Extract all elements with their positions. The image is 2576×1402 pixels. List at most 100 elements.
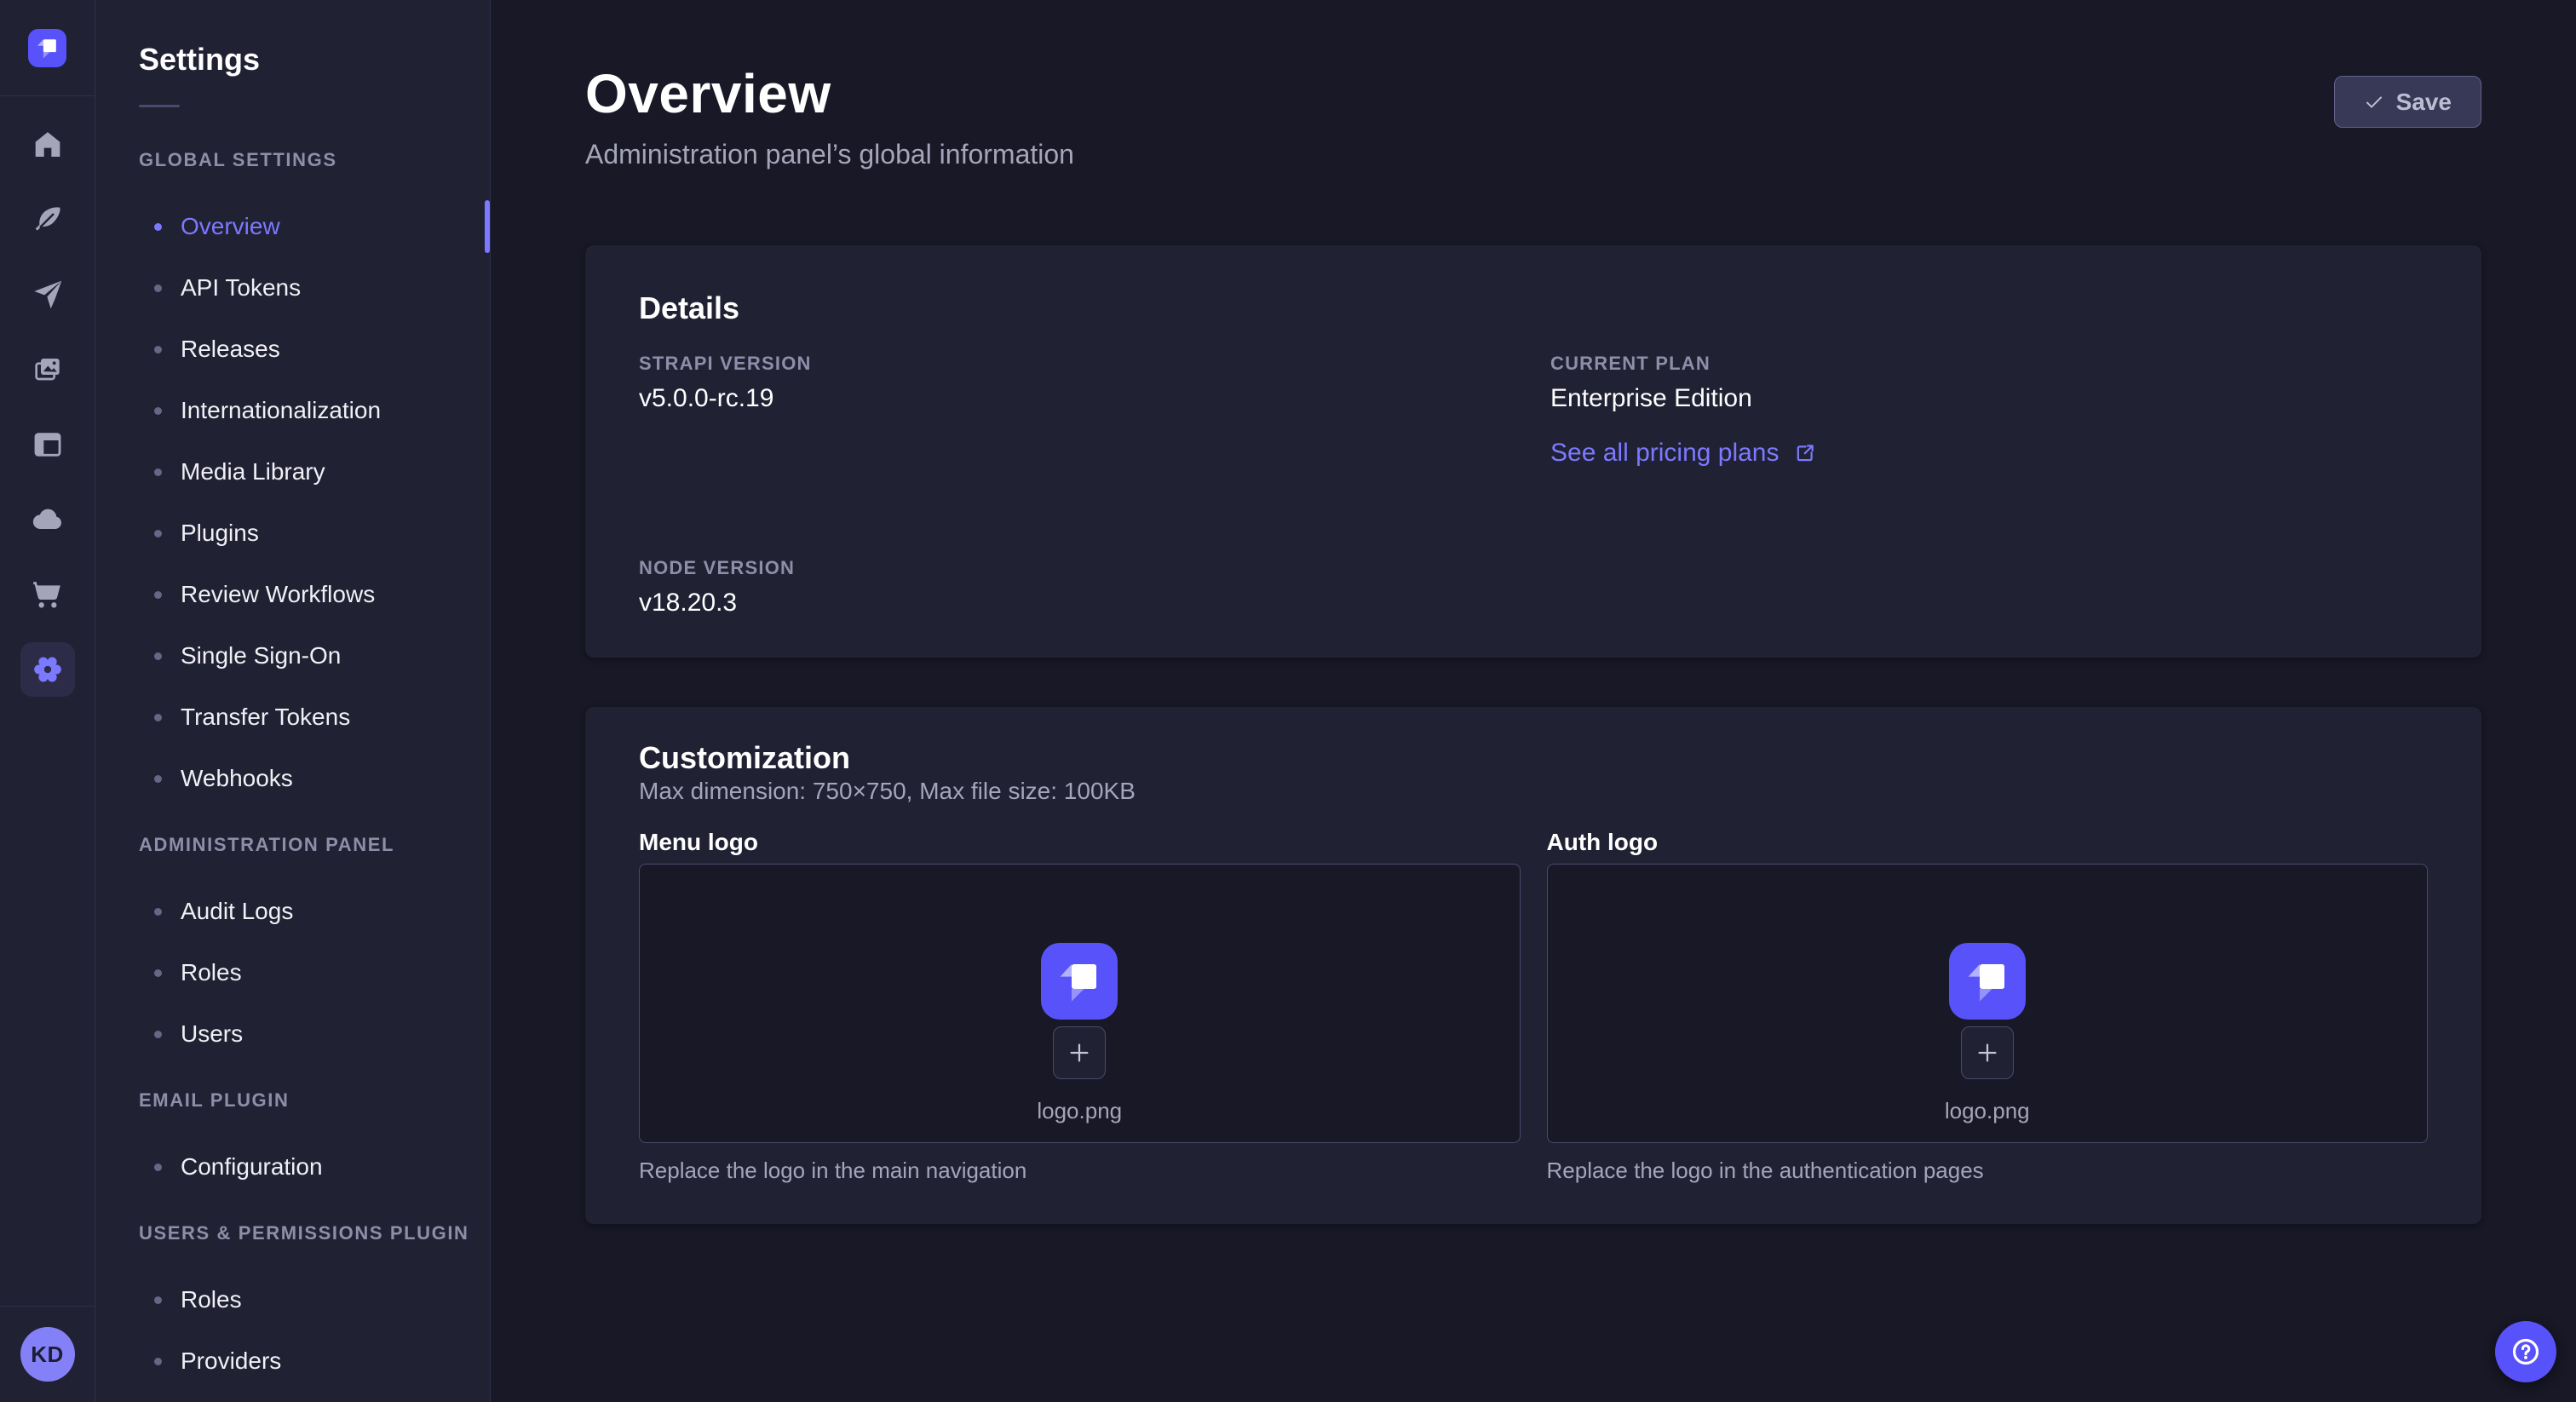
sidebar-item-api-tokens[interactable]: API Tokens bbox=[95, 257, 490, 319]
plus-icon bbox=[1975, 1040, 2000, 1066]
sidebar-item-label: Roles bbox=[181, 1288, 242, 1312]
sidebar-item-providers[interactable]: Providers bbox=[95, 1330, 490, 1392]
current-plan-value: Enterprise Edition bbox=[1550, 383, 2428, 414]
sidebar-item-label: Media Library bbox=[181, 460, 325, 484]
images-icon bbox=[31, 353, 65, 387]
sidebar-item-webhooks[interactable]: Webhooks bbox=[95, 748, 490, 809]
nav-section-label-global-settings: Global settings bbox=[95, 124, 490, 196]
sidebar-item-users[interactable]: Users bbox=[95, 1003, 490, 1065]
page-subtitle: Administration panel’s global informatio… bbox=[585, 138, 1074, 170]
nav-section-label-administration-panel: Administration panel bbox=[95, 809, 490, 881]
sidebar-item-single-sign-on[interactable]: Single Sign-On bbox=[95, 625, 490, 687]
sidebar-item-label: Providers bbox=[181, 1349, 281, 1373]
sidebar-item-internationalization[interactable]: Internationalization bbox=[95, 380, 490, 441]
rail-item-content-manager[interactable] bbox=[0, 407, 95, 482]
sidebar-item-label: Review Workflows bbox=[181, 583, 375, 606]
strapi-logo[interactable] bbox=[28, 29, 66, 67]
sidebar-item-plugins[interactable]: Plugins bbox=[95, 503, 490, 564]
node-version-value: v18.20.3 bbox=[639, 588, 1516, 618]
bullet-icon bbox=[154, 1164, 162, 1171]
menu-logo-label: Menu logo bbox=[639, 830, 1521, 855]
current-plan-field: Current plan Enterprise Edition See all … bbox=[1550, 353, 2428, 468]
sidebar-item-review-workflows[interactable]: Review Workflows bbox=[95, 564, 490, 625]
sidebar-item-configuration[interactable]: Configuration bbox=[95, 1136, 490, 1198]
help-button[interactable] bbox=[2495, 1321, 2556, 1382]
auth-logo-preview bbox=[1949, 943, 2026, 1020]
feather-icon bbox=[31, 203, 65, 237]
bullet-icon bbox=[154, 1031, 162, 1038]
bullet-icon bbox=[154, 1358, 162, 1365]
customization-card: Customization Max dimension: 750×750, Ma… bbox=[585, 707, 2481, 1224]
node-version-field: Node version v18.20.3 bbox=[639, 557, 1516, 618]
sidebar-item-media-library[interactable]: Media Library bbox=[95, 441, 490, 503]
user-avatar[interactable]: KD bbox=[20, 1327, 75, 1382]
sidebar-item-overview[interactable]: Overview bbox=[95, 196, 490, 257]
auth-logo-hint: Replace the logo in the authentication p… bbox=[1547, 1157, 2429, 1184]
bullet-icon bbox=[154, 407, 162, 415]
page-header-text: Overview Administration panel’s global i… bbox=[585, 65, 1074, 170]
layout-icon bbox=[31, 428, 65, 462]
home-icon bbox=[31, 128, 65, 162]
sidebar-item-roles[interactable]: Roles bbox=[95, 942, 490, 1003]
bullet-icon bbox=[154, 1296, 162, 1304]
rail-item-settings[interactable] bbox=[0, 632, 95, 707]
details-card-title: Details bbox=[639, 291, 2428, 325]
page-header: Overview Administration panel’s global i… bbox=[585, 65, 2481, 170]
details-card: Details Strapi version v5.0.0-rc.19 Curr… bbox=[585, 245, 2481, 658]
auth-logo-dropzone[interactable]: logo.png bbox=[1547, 864, 2429, 1143]
bullet-icon bbox=[154, 468, 162, 476]
settings-sidebar: Settings Global settings Overview API Toke… bbox=[95, 0, 491, 1402]
rail-item-marketplace[interactable] bbox=[0, 557, 95, 632]
menu-logo-hint: Replace the logo in the main navigation bbox=[639, 1157, 1521, 1184]
rail-item-content-type-builder[interactable] bbox=[0, 182, 95, 257]
save-button[interactable]: Save bbox=[2334, 76, 2481, 128]
sidebar-item-label: Internationalization bbox=[181, 399, 381, 422]
cloud-icon bbox=[31, 503, 65, 537]
sidebar-item-label: Single Sign-On bbox=[181, 644, 341, 668]
menu-logo-add-button[interactable] bbox=[1053, 1026, 1106, 1079]
sidebar-item-label: Webhooks bbox=[181, 767, 293, 790]
sidebar-title: Settings bbox=[139, 37, 490, 82]
rail-item-deploy[interactable] bbox=[0, 257, 95, 332]
rail-item-media-library[interactable] bbox=[0, 332, 95, 407]
rail-nav bbox=[0, 107, 95, 707]
nav-section-label-users-permissions-plugin: Users & Permissions plugin bbox=[95, 1198, 490, 1269]
rail-item-cloud[interactable] bbox=[0, 482, 95, 557]
auth-logo-field: Auth logo logo.png Replace the logo in t… bbox=[1547, 830, 2429, 1184]
gear-icon bbox=[31, 652, 65, 687]
settings-active-chip bbox=[20, 642, 75, 697]
sidebar-item-label: Configuration bbox=[181, 1155, 323, 1179]
sidebar-item-label: Users bbox=[181, 1022, 243, 1046]
sidebar-item-label: Roles bbox=[181, 961, 242, 985]
sidebar-header: Settings bbox=[95, 0, 490, 82]
menu-logo-preview bbox=[1041, 943, 1118, 1020]
icon-rail: KD bbox=[0, 0, 95, 1402]
main-content: Overview Administration panel’s global i… bbox=[491, 0, 2576, 1402]
customization-card-title: Customization bbox=[639, 741, 2428, 775]
sidebar-item-audit-logs[interactable]: Audit Logs bbox=[95, 881, 490, 942]
sidebar-item-label: Overview bbox=[181, 215, 280, 238]
details-grid: Strapi version v5.0.0-rc.19 Current plan… bbox=[639, 353, 2428, 618]
rail-item-home[interactable] bbox=[0, 107, 95, 182]
bullet-icon bbox=[154, 908, 162, 916]
uploads-grid: Menu logo logo.png Replace the logo in t… bbox=[639, 830, 2428, 1184]
current-plan-label: Current plan bbox=[1550, 353, 2428, 375]
sidebar-item-releases[interactable]: Releases bbox=[95, 319, 490, 380]
strapi-logo-icon bbox=[1052, 954, 1107, 1008]
strapi-version-value: v5.0.0-rc.19 bbox=[639, 383, 1516, 414]
pricing-plans-link[interactable]: See all pricing plans bbox=[1550, 438, 1817, 468]
strapi-version-field: Strapi version v5.0.0-rc.19 bbox=[639, 353, 1516, 468]
node-version-label: Node version bbox=[639, 557, 1516, 579]
app-root: KD Settings Global settings Overview API T… bbox=[0, 0, 2576, 1402]
bullet-icon bbox=[154, 346, 162, 353]
sidebar-item-transfer-tokens[interactable]: Transfer Tokens bbox=[95, 687, 490, 748]
auth-logo-label: Auth logo bbox=[1547, 830, 2429, 855]
sidebar-item-label: API Tokens bbox=[181, 276, 301, 300]
menu-logo-dropzone[interactable]: logo.png bbox=[639, 864, 1521, 1143]
save-button-label: Save bbox=[2396, 89, 2452, 116]
bullet-icon bbox=[154, 714, 162, 721]
auth-logo-add-button[interactable] bbox=[1961, 1026, 2014, 1079]
sidebar-item-roles[interactable]: Roles bbox=[95, 1269, 490, 1330]
rail-user-area: KD bbox=[0, 1306, 95, 1402]
check-icon bbox=[2364, 92, 2384, 112]
